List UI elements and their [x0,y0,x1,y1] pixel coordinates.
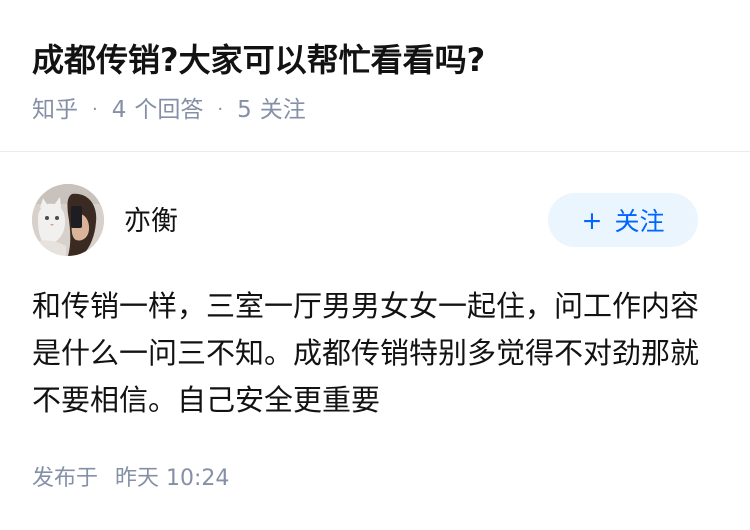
follow-button-label: 关注 [614,207,665,236]
followers-count: 5 [237,97,252,123]
avatar[interactable] [32,184,104,256]
answers-label: 个回答 [134,97,204,123]
question-title[interactable]: 成都传销?大家可以帮忙看看吗? [32,38,718,82]
question-meta: 知乎 · 4 个回答 · 5 关注 [32,94,718,126]
author-row: 亦衡 + 关注 [32,183,698,257]
answer-timestamp: 发布于 昨天 10:24 [32,463,229,495]
answers-count: 4 [111,97,127,123]
follow-button[interactable]: + 关注 [548,193,698,247]
answer-content[interactable]: 和传销一样，三室一厅男男女女一起住，问工作内容是什么一问三不知。成都传销特别多觉… [32,283,720,424]
published-label: 发布于 [32,466,99,491]
followers-label: 关注 [259,97,306,123]
section-divider [0,151,750,152]
question-header: 成都传销?大家可以帮忙看看吗? 知乎 · 4 个回答 · 5 关注 [32,38,718,126]
meta-separator-dot: · [92,99,98,120]
published-time: 昨天 10:24 [115,466,230,491]
meta-separator-dot: · [217,99,224,120]
avatar-photo [32,184,104,256]
source-label[interactable]: 知乎 [32,94,78,126]
author-name[interactable]: 亦衡 [124,199,178,238]
plus-icon: + [581,205,603,235]
